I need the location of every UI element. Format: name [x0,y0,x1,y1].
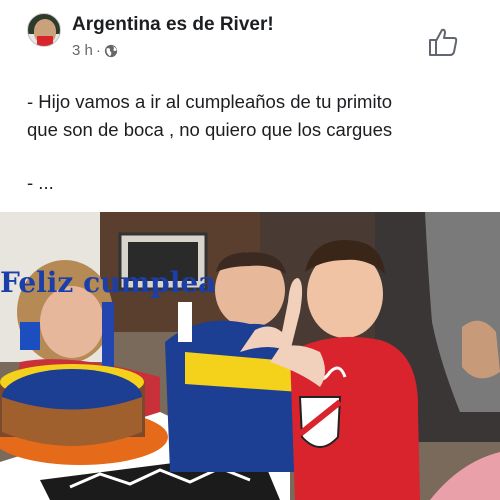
photo-illustration: Feliz cumpleaños [0,212,500,500]
post-meta: 3 h · [72,42,118,59]
post-text-line: que son de boca , no quiero que los carg… [27,119,393,140]
post-text-line: - Hijo vamos a ir al cumpleaños de tu pr… [27,91,393,112]
facebook-post: Argentina es de River! 3 h · - Hijo vamo… [0,0,500,500]
post-text: - Hijo vamos a ir al cumpleaños de tu pr… [27,88,487,197]
page-name[interactable]: Argentina es de River! [72,14,274,36]
globe-icon [104,44,117,57]
avatar[interactable] [27,13,61,47]
post-time[interactable]: 3 h [72,42,93,59]
post-photo[interactable]: Feliz cumpleaños [0,212,500,500]
meta-separator: · [95,42,101,59]
candle [20,322,40,350]
post-text-line: - ... [27,172,54,193]
thumbs-up-icon[interactable] [427,27,459,57]
post-header: Argentina es de River! 3 h · [0,0,500,70]
